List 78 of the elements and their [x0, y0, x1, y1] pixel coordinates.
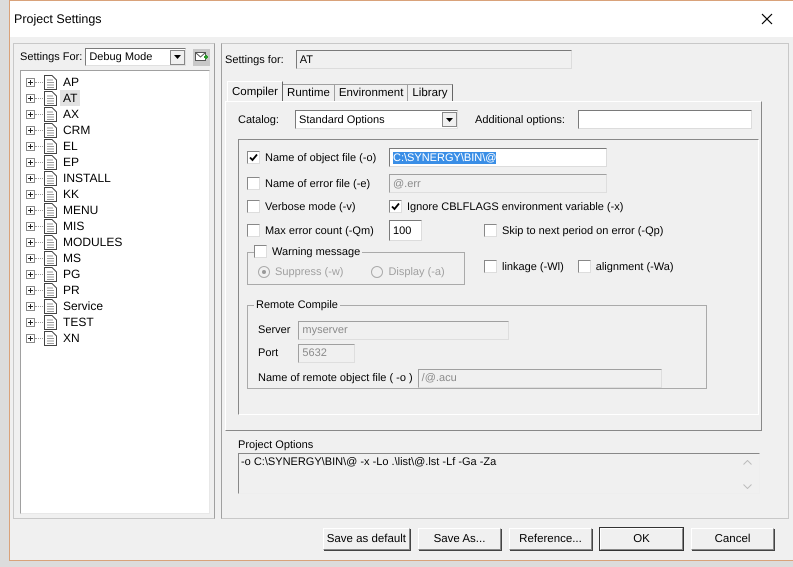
close-icon	[761, 13, 773, 25]
tree-item[interactable]: MS	[60, 250, 84, 266]
group-title: Warning message	[272, 246, 360, 258]
dialog-button[interactable]: OK	[600, 528, 683, 550]
tree-item[interactable]: EP	[60, 154, 82, 170]
expand-icon[interactable]	[26, 110, 35, 118]
checkbox[interactable]	[578, 260, 591, 273]
expand-icon[interactable]	[26, 158, 35, 166]
expand-icon[interactable]	[26, 222, 35, 230]
checkbox[interactable]	[389, 200, 402, 213]
checkbox-label: linkage (-Wl)	[502, 260, 564, 272]
tree-item[interactable]: KK	[60, 186, 82, 202]
expand-icon[interactable]	[26, 174, 35, 182]
field-label: Port	[258, 347, 280, 359]
tree-item[interactable]: PR	[60, 282, 83, 298]
tree-item[interactable]: EL	[60, 138, 81, 154]
expand-icon[interactable]	[26, 126, 35, 134]
expand-icon[interactable]	[26, 254, 35, 262]
group-title: Remote Compile	[254, 299, 340, 311]
expand-icon[interactable]	[26, 190, 35, 198]
dialog-button[interactable]: Save as default	[322, 528, 410, 550]
expand-icon[interactable]	[26, 206, 35, 214]
expand-icon[interactable]	[26, 302, 35, 310]
tree-item[interactable]: CRM	[60, 122, 94, 138]
field-label: Additional options:	[475, 114, 566, 126]
field-label: Catalog:	[238, 114, 280, 126]
dialog-button[interactable]: Cancel	[691, 528, 774, 550]
checkbox[interactable]	[247, 200, 260, 213]
radio-label: Suppress (-w)	[275, 266, 344, 278]
field-label: Server	[258, 324, 290, 336]
checkbox-label: Verbose mode (-v)	[265, 200, 356, 212]
tree-item[interactable]: PG	[60, 266, 84, 282]
checkbox-label: Max error count (-Qm)	[265, 224, 374, 236]
expand-icon[interactable]	[26, 334, 35, 342]
tree-item[interactable]: Service	[60, 298, 106, 314]
tree-item[interactable]: MIS	[60, 218, 88, 234]
checkbox[interactable]	[484, 260, 497, 273]
expand-icon[interactable]	[26, 94, 35, 102]
tree-item[interactable]: XN	[60, 330, 83, 346]
dialog-button[interactable]: Save As...	[418, 528, 501, 550]
checkbox-label: Skip to next period on error (-Qp)	[502, 224, 664, 236]
additional-options-field[interactable]	[578, 110, 752, 129]
tab[interactable]: Library	[407, 84, 453, 101]
add-icon[interactable]	[193, 48, 210, 66]
tab[interactable]: Compiler	[227, 81, 284, 101]
tree-item[interactable]: MODULES	[60, 234, 126, 250]
settings-for-field: AT	[296, 50, 572, 69]
expand-icon[interactable]	[26, 270, 35, 278]
checkbox[interactable]	[247, 224, 260, 237]
checkbox-label: Name of error file (-e)	[265, 178, 370, 190]
tree-item[interactable]: TEST	[60, 314, 97, 330]
tree-item[interactable]: AT	[60, 90, 80, 106]
tree-item[interactable]: AP	[60, 74, 82, 90]
max-error-field[interactable]: 100	[389, 220, 422, 241]
dialog-button[interactable]: Reference...	[509, 528, 592, 550]
tree-item[interactable]: AX	[60, 106, 82, 122]
tree-item[interactable]: INSTALL	[60, 170, 114, 186]
expand-icon[interactable]	[26, 78, 35, 86]
tab[interactable]: Environment	[334, 84, 408, 101]
tree-item[interactable]: MENU	[60, 202, 102, 218]
field-label: Project Options	[238, 439, 314, 451]
window-title: Project Settings	[14, 12, 102, 26]
checkbox[interactable]	[247, 151, 260, 164]
field-label: Name of remote object file ( -o )	[258, 372, 413, 384]
mode-dropdown[interactable]: Debug Mode	[85, 48, 186, 66]
checkbox-label: alignment (-Wa)	[596, 260, 674, 272]
expand-icon[interactable]	[26, 238, 35, 246]
checkbox[interactable]	[484, 224, 497, 237]
field-label: Settings For:	[20, 51, 82, 63]
expand-icon[interactable]	[26, 142, 35, 150]
checkbox-label: Ignore CBLFLAGS environment variable (-x)	[407, 200, 624, 212]
radio-label: Display (-a)	[388, 266, 445, 278]
catalog-dropdown[interactable]: Standard Options	[295, 110, 458, 129]
expand-icon[interactable]	[26, 286, 35, 294]
field-label: Settings for:	[225, 54, 284, 66]
checkbox-label: Name of object file (-o)	[265, 152, 376, 164]
checkbox[interactable]	[254, 245, 267, 258]
expand-icon[interactable]	[26, 318, 35, 326]
